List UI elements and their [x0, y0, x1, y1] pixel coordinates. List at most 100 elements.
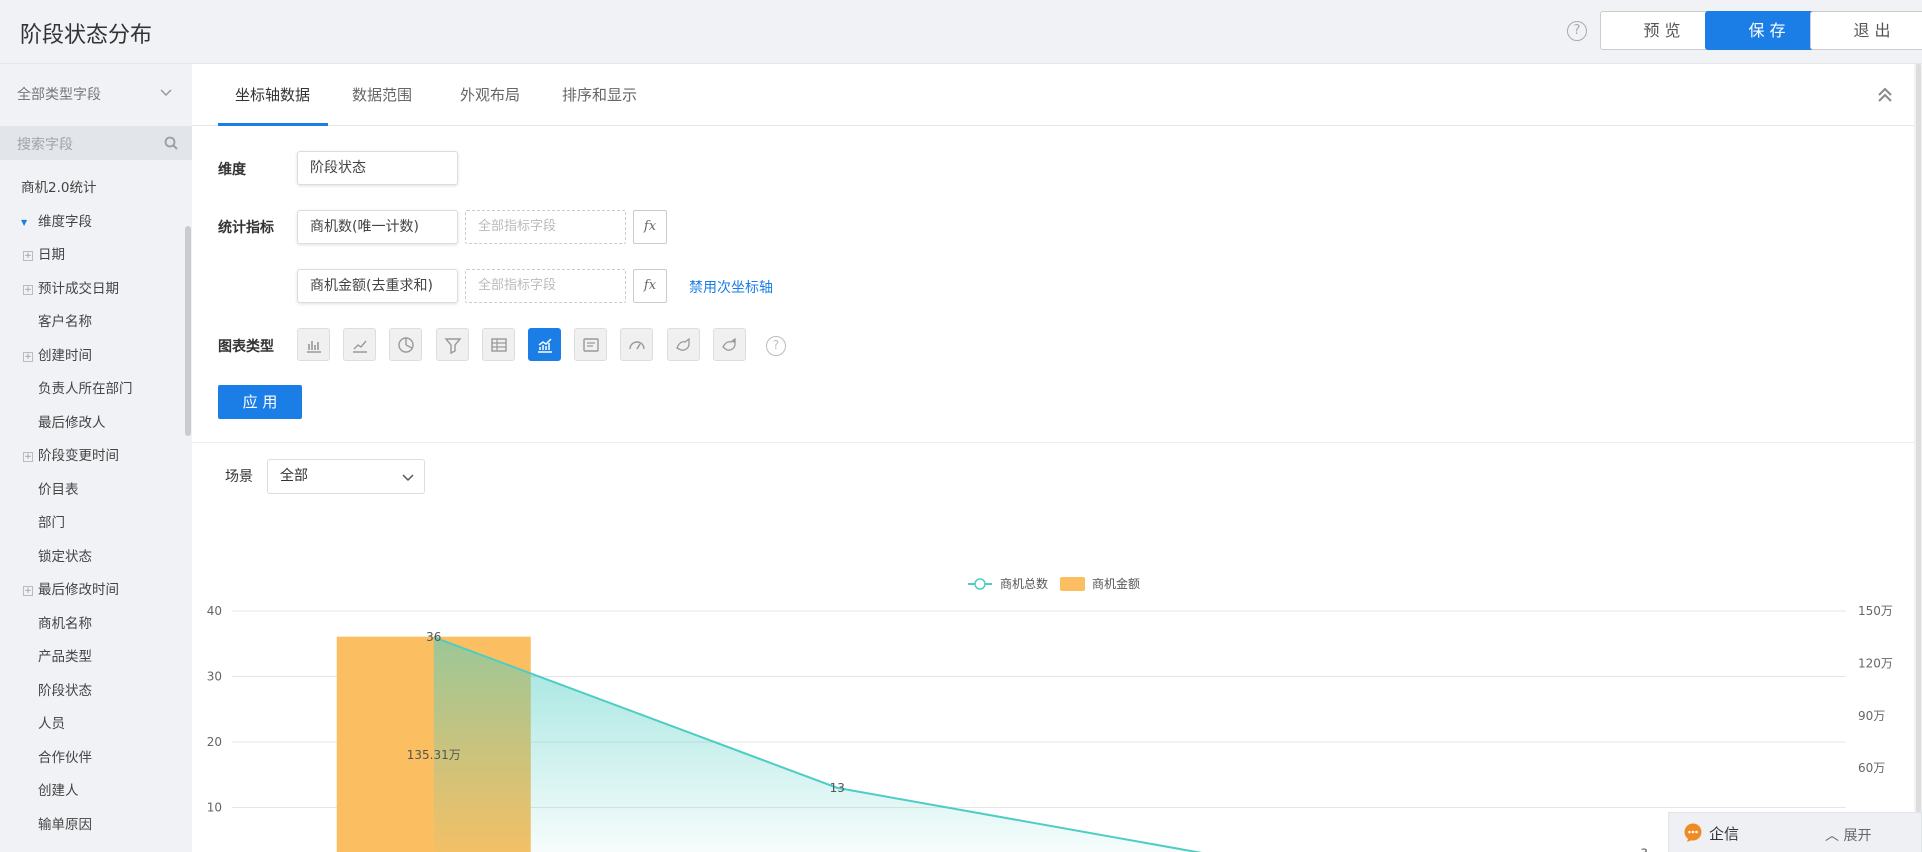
tree-item[interactable]: + 日期 — [0, 239, 185, 273]
tree-item[interactable]: 人员 — [0, 708, 185, 742]
bar-line-combo-icon[interactable] — [528, 328, 561, 361]
map-icon-1[interactable] — [666, 328, 700, 361]
line-data-label: 3 — [1640, 846, 1648, 852]
line-chart-icon[interactable] — [343, 328, 377, 361]
funnel-chart-icon[interactable] — [435, 328, 469, 361]
y-right-tick-label: 150万 — [1858, 604, 1893, 618]
tree-item[interactable]: 价目表 — [0, 474, 185, 508]
qixin-expand-button[interactable]: ︿ 展开 — [1825, 825, 1871, 845]
line-area — [433, 637, 1197, 852]
field-sidebar: 全部类型字段 搜索字段 商机2.0统计 ▼ 维度字段 + 日期 + 预计成交日期 客户名称 + 创… — [0, 64, 192, 852]
tree-item[interactable]: + 预计成交日期 — [0, 273, 185, 307]
scene-select[interactable]: 全部 — [267, 459, 425, 494]
tree-item[interactable]: + 阶段变更时间 — [0, 440, 185, 474]
line-data-label: 36 — [426, 630, 441, 644]
disable-secondary-axis-link[interactable]: 禁用次坐标轴 — [689, 277, 773, 297]
search-input[interactable]: 搜索字段 — [0, 126, 192, 160]
tree-item[interactable]: 负责人所在部门 — [0, 373, 185, 407]
tree-item-label: 输单原因 — [38, 816, 92, 833]
text-card-icon[interactable] — [574, 328, 608, 361]
active-tab-indicator — [218, 123, 328, 126]
apply-button[interactable]: 应 用 — [218, 385, 302, 419]
tree-item[interactable]: 最后修改人 — [0, 407, 185, 441]
tab-bar: 坐标轴数据 数据范围 外观布局 排序和显示 — [192, 64, 1914, 126]
tree-item[interactable]: 输单原因 — [0, 809, 185, 843]
collapse-up-icon[interactable] — [1876, 86, 1894, 104]
help-icon[interactable]: ? — [1567, 21, 1587, 41]
tree-item-label: 维度字段 — [38, 213, 92, 230]
legend-bar-swatch — [1060, 577, 1085, 591]
tree-item[interactable]: 商机2.0统计 — [0, 172, 185, 206]
expand-plus-icon[interactable]: + — [23, 452, 33, 462]
exit-button[interactable]: 退 出 — [1810, 11, 1922, 50]
tree-item-label: 创建人 — [38, 783, 79, 799]
tree-item[interactable]: 客户名称 — [0, 306, 185, 340]
metric-slot-2[interactable]: 全部指标字段 — [465, 269, 626, 303]
tree-item[interactable]: + 创建时间 — [0, 340, 185, 374]
formula-button-1[interactable]: fx — [633, 210, 667, 244]
main-scrollbar[interactable] — [1916, 64, 1921, 852]
tree-item[interactable]: 创建人 — [0, 775, 185, 809]
tree-item-label: 阶段变更时间 — [38, 448, 119, 464]
tree-item-label: 阶段状态 — [38, 682, 92, 699]
expanded-arrow-icon[interactable]: ▼ — [21, 206, 27, 240]
tree-item-label: 负责人所在部门 — [38, 381, 133, 397]
pie-chart-icon[interactable] — [389, 328, 423, 361]
metric-label: 统计指标 — [218, 220, 274, 236]
line-data-label: 13 — [830, 781, 845, 795]
chart-type-help-icon[interactable]: ? — [766, 336, 786, 356]
qixin-widget[interactable]: 企信 ︿ 展开 — [1668, 812, 1922, 852]
tab-data-range[interactable]: 数据范围 — [352, 84, 412, 105]
tree-item-label: 日期 — [38, 247, 65, 263]
tree-item[interactable]: 部门 — [0, 507, 185, 541]
field-type-select[interactable]: 全部类型字段 — [17, 84, 101, 104]
tree-item-label: 部门 — [38, 515, 65, 531]
tree-item-label: 客户名称 — [38, 314, 92, 330]
tree-item[interactable]: 阶段状态 — [0, 675, 185, 709]
section-divider — [192, 442, 1914, 443]
expand-plus-icon[interactable]: + — [23, 251, 33, 261]
dimension-field[interactable]: 阶段状态 — [297, 151, 458, 185]
metric-field-2[interactable]: 商机金额(去重求和) — [297, 269, 458, 303]
sidebar-scrollbar[interactable] — [185, 226, 191, 436]
dimension-label: 维度 — [218, 162, 246, 178]
y-left-tick-label: 30 — [207, 670, 222, 684]
field-tree: 商机2.0统计 ▼ 维度字段 + 日期 + 预计成交日期 客户名称 + 创建时间 负责人所在部门 最后… — [0, 172, 185, 842]
tree-item[interactable]: 产品类型 — [0, 641, 185, 675]
map-icon-2[interactable] — [712, 328, 746, 361]
chart-type-label: 图表类型 — [218, 339, 274, 355]
metric-slot-1[interactable]: 全部指标字段 — [465, 210, 626, 244]
metric-field-1[interactable]: 商机数(唯一计数) — [297, 210, 458, 244]
legend-label: 商机金额 — [1092, 576, 1140, 591]
bar-data-label: 135.31万 — [407, 748, 461, 762]
tab-axis-data[interactable]: 坐标轴数据 — [235, 84, 310, 105]
formula-button-2[interactable]: fx — [633, 269, 667, 303]
qixin-label: 企信 — [1709, 825, 1740, 843]
tree-item[interactable]: + 最后修改时间 — [0, 574, 185, 608]
expand-plus-icon[interactable]: + — [23, 586, 33, 596]
page-title: 阶段状态分布 — [20, 23, 153, 48]
gauge-icon[interactable] — [620, 328, 654, 361]
main-panel: 坐标轴数据 数据范围 外观布局 排序和显示 维度 阶段状态 统计指标 商机数(唯… — [192, 64, 1914, 852]
table-chart-icon[interactable] — [481, 328, 515, 361]
expand-plus-icon[interactable]: + — [23, 351, 33, 362]
tree-item-label: 合作伙伴 — [38, 749, 92, 766]
chevron-down-icon — [402, 474, 414, 482]
tree-item-label: 价目表 — [38, 481, 79, 498]
expand-plus-icon[interactable]: + — [23, 284, 33, 295]
tree-item-label: 最后修改时间 — [38, 582, 119, 598]
tree-item[interactable]: 锁定状态 — [0, 541, 185, 575]
search-icon[interactable] — [164, 136, 178, 150]
tree-item-label: 产品类型 — [38, 649, 92, 665]
tree-item[interactable]: 合作伙伴 — [0, 742, 185, 776]
y-left-tick-label: 40 — [207, 604, 222, 618]
chevron-down-icon[interactable] — [160, 86, 172, 98]
tree-item-label: 商机2.0统计 — [21, 180, 97, 196]
tree-item[interactable]: 商机名称 — [0, 608, 185, 642]
tab-sort-display[interactable]: 排序和显示 — [562, 84, 637, 105]
bar-chart-icon[interactable] — [297, 328, 330, 361]
tree-item[interactable]: ▼ 维度字段 — [0, 206, 185, 240]
tab-appearance[interactable]: 外观布局 — [460, 84, 520, 105]
legend-line-marker — [974, 578, 986, 590]
chat-icon — [1684, 823, 1702, 842]
